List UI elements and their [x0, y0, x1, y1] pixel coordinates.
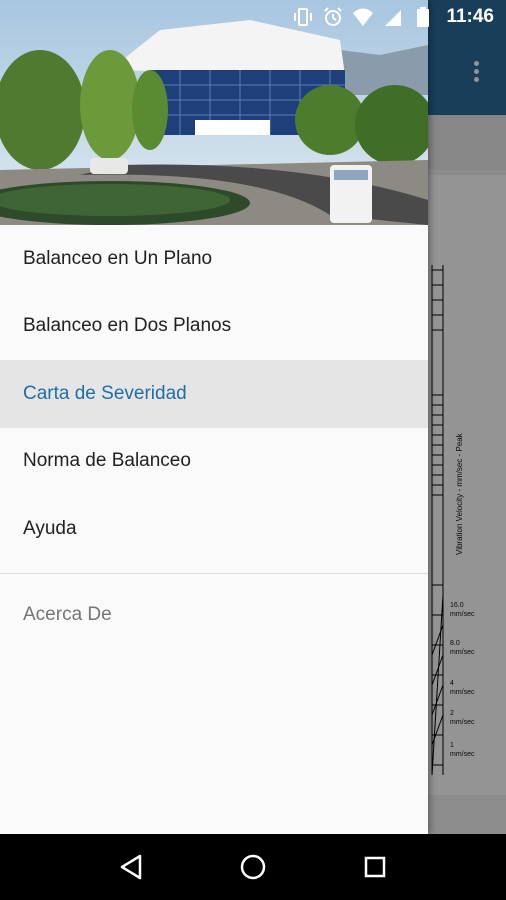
navigation-drawer: Balanceo en Un Plano Balanceo en Dos Pla… — [0, 0, 428, 834]
vibrate-icon — [292, 6, 314, 28]
back-icon[interactable] — [111, 847, 151, 887]
status-clock: 11:46 — [446, 6, 494, 27]
system-nav-bar — [0, 834, 506, 900]
wifi-icon — [352, 6, 374, 28]
signal-icon — [382, 6, 404, 28]
home-icon[interactable] — [233, 847, 273, 887]
menu-divider — [0, 572, 428, 574]
menu-item-ayuda[interactable]: Ayuda — [0, 495, 428, 563]
menu-item-norma-balanceo[interactable]: Norma de Balanceo — [0, 428, 428, 496]
alarm-icon — [322, 6, 344, 28]
menu-item-balanceo-dos-planos[interactable]: Balanceo en Dos Planos — [0, 293, 428, 361]
status-bar: 11:46 — [0, 0, 506, 34]
battery-icon — [412, 6, 434, 28]
menu-item-acerca-de[interactable]: Acerca De — [0, 582, 428, 650]
menu-item-balanceo-un-plano[interactable]: Balanceo en Un Plano — [0, 225, 428, 293]
drawer-menu: Balanceo en Un Plano Balanceo en Dos Pla… — [0, 225, 428, 649]
menu-item-carta-severidad[interactable]: Carta de Severidad — [0, 360, 428, 428]
recents-icon[interactable] — [355, 847, 395, 887]
